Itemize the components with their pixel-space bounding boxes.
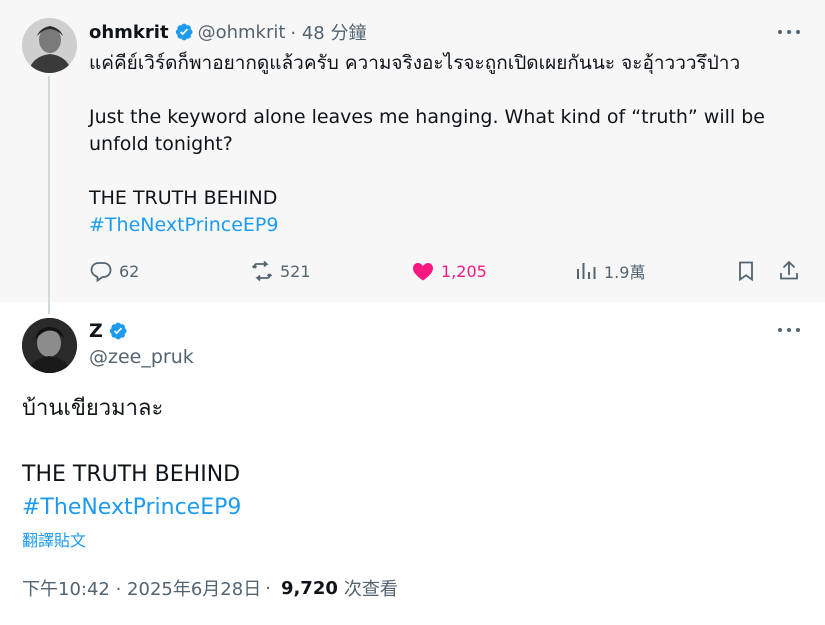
tweet-text-english-line1: Just the keyword alone leaves me hanging… <box>89 106 765 128</box>
views-icon <box>577 263 596 279</box>
tweet-header: ohmkrit @ohmkrit · 48 分鐘 <box>89 19 366 45</box>
tweet-text: แค่คีย์เวิร์ดก็พาอยากดูแล้วครับ ความจริง… <box>89 50 789 239</box>
meta-separator: · <box>265 577 271 599</box>
tweet-actions: 62 521 1,205 1.9萬 <box>0 256 825 286</box>
hashtag-link[interactable]: #TheNextPrinceEP9 <box>22 491 241 524</box>
tweet-text-caps: THE TRUTH BEHIND <box>22 462 241 487</box>
view-count: 9,720 <box>280 577 338 599</box>
relative-time[interactable]: · 48 分鐘 <box>290 19 366 45</box>
tweet-metadata: 下午10:42 · 2025年6月28日 · 9,720 次查看 <box>22 575 398 601</box>
avatar[interactable] <box>22 318 77 373</box>
handle[interactable]: @zee_pruk <box>89 346 194 368</box>
more-options-icon[interactable] <box>778 28 800 36</box>
translate-post-link[interactable]: 翻譯貼文 <box>22 527 86 551</box>
tweet-text-thai: แค่คีย์เวิร์ดก็พาอยากดูแล้วครับ ความจริง… <box>89 52 741 74</box>
display-name[interactable]: ohmkrit <box>89 22 169 43</box>
repost-icon <box>251 260 273 282</box>
tweet-text-english-line2: unfold tonight? <box>89 133 233 155</box>
repost-button[interactable]: 521 <box>250 256 311 286</box>
verified-badge-icon <box>109 322 127 340</box>
tweet-text-caps: THE TRUTH BEHIND <box>89 187 278 209</box>
parent-tweet[interactable]: ohmkrit @ohmkrit · 48 分鐘 แค่คีย์เวิร์ดก็… <box>0 0 825 314</box>
like-count: 1,205 <box>441 261 487 281</box>
verified-badge-icon <box>175 23 193 41</box>
like-button[interactable]: 1,205 <box>411 256 487 286</box>
share-icon <box>780 260 798 280</box>
avatar-ohmkrit-image <box>22 18 77 73</box>
views-button[interactable]: 1.9萬 <box>574 256 645 286</box>
display-name[interactable]: Z <box>89 320 103 342</box>
focused-tweet-text: บ้านเขียวมาละ THE TRUTH BEHIND #TheNextP… <box>22 392 241 524</box>
bookmark-button[interactable] <box>734 256 758 286</box>
repost-count: 521 <box>280 261 311 281</box>
tweet-text-thai: บ้านเขียวมาละ <box>22 396 164 421</box>
timestamp[interactable]: 下午10:42 · 2025年6月28日 <box>22 575 261 601</box>
hashtag-link[interactable]: #TheNextPrinceEP9 <box>89 212 789 239</box>
focused-tweet-header: Z <box>89 319 132 343</box>
views-count: 1.9萬 <box>604 263 646 282</box>
more-options-icon[interactable] <box>778 326 800 334</box>
share-button[interactable] <box>777 256 801 286</box>
handle[interactable]: @ohmkrit <box>198 22 286 43</box>
like-icon <box>413 263 433 281</box>
view-label: 次查看 <box>343 579 398 600</box>
avatar[interactable] <box>22 18 77 73</box>
avatar-zee-image <box>22 318 77 373</box>
reply-count: 62 <box>119 261 140 281</box>
reply-icon <box>90 262 112 283</box>
bookmark-icon <box>739 261 753 282</box>
reply-button[interactable]: 62 <box>89 256 139 286</box>
